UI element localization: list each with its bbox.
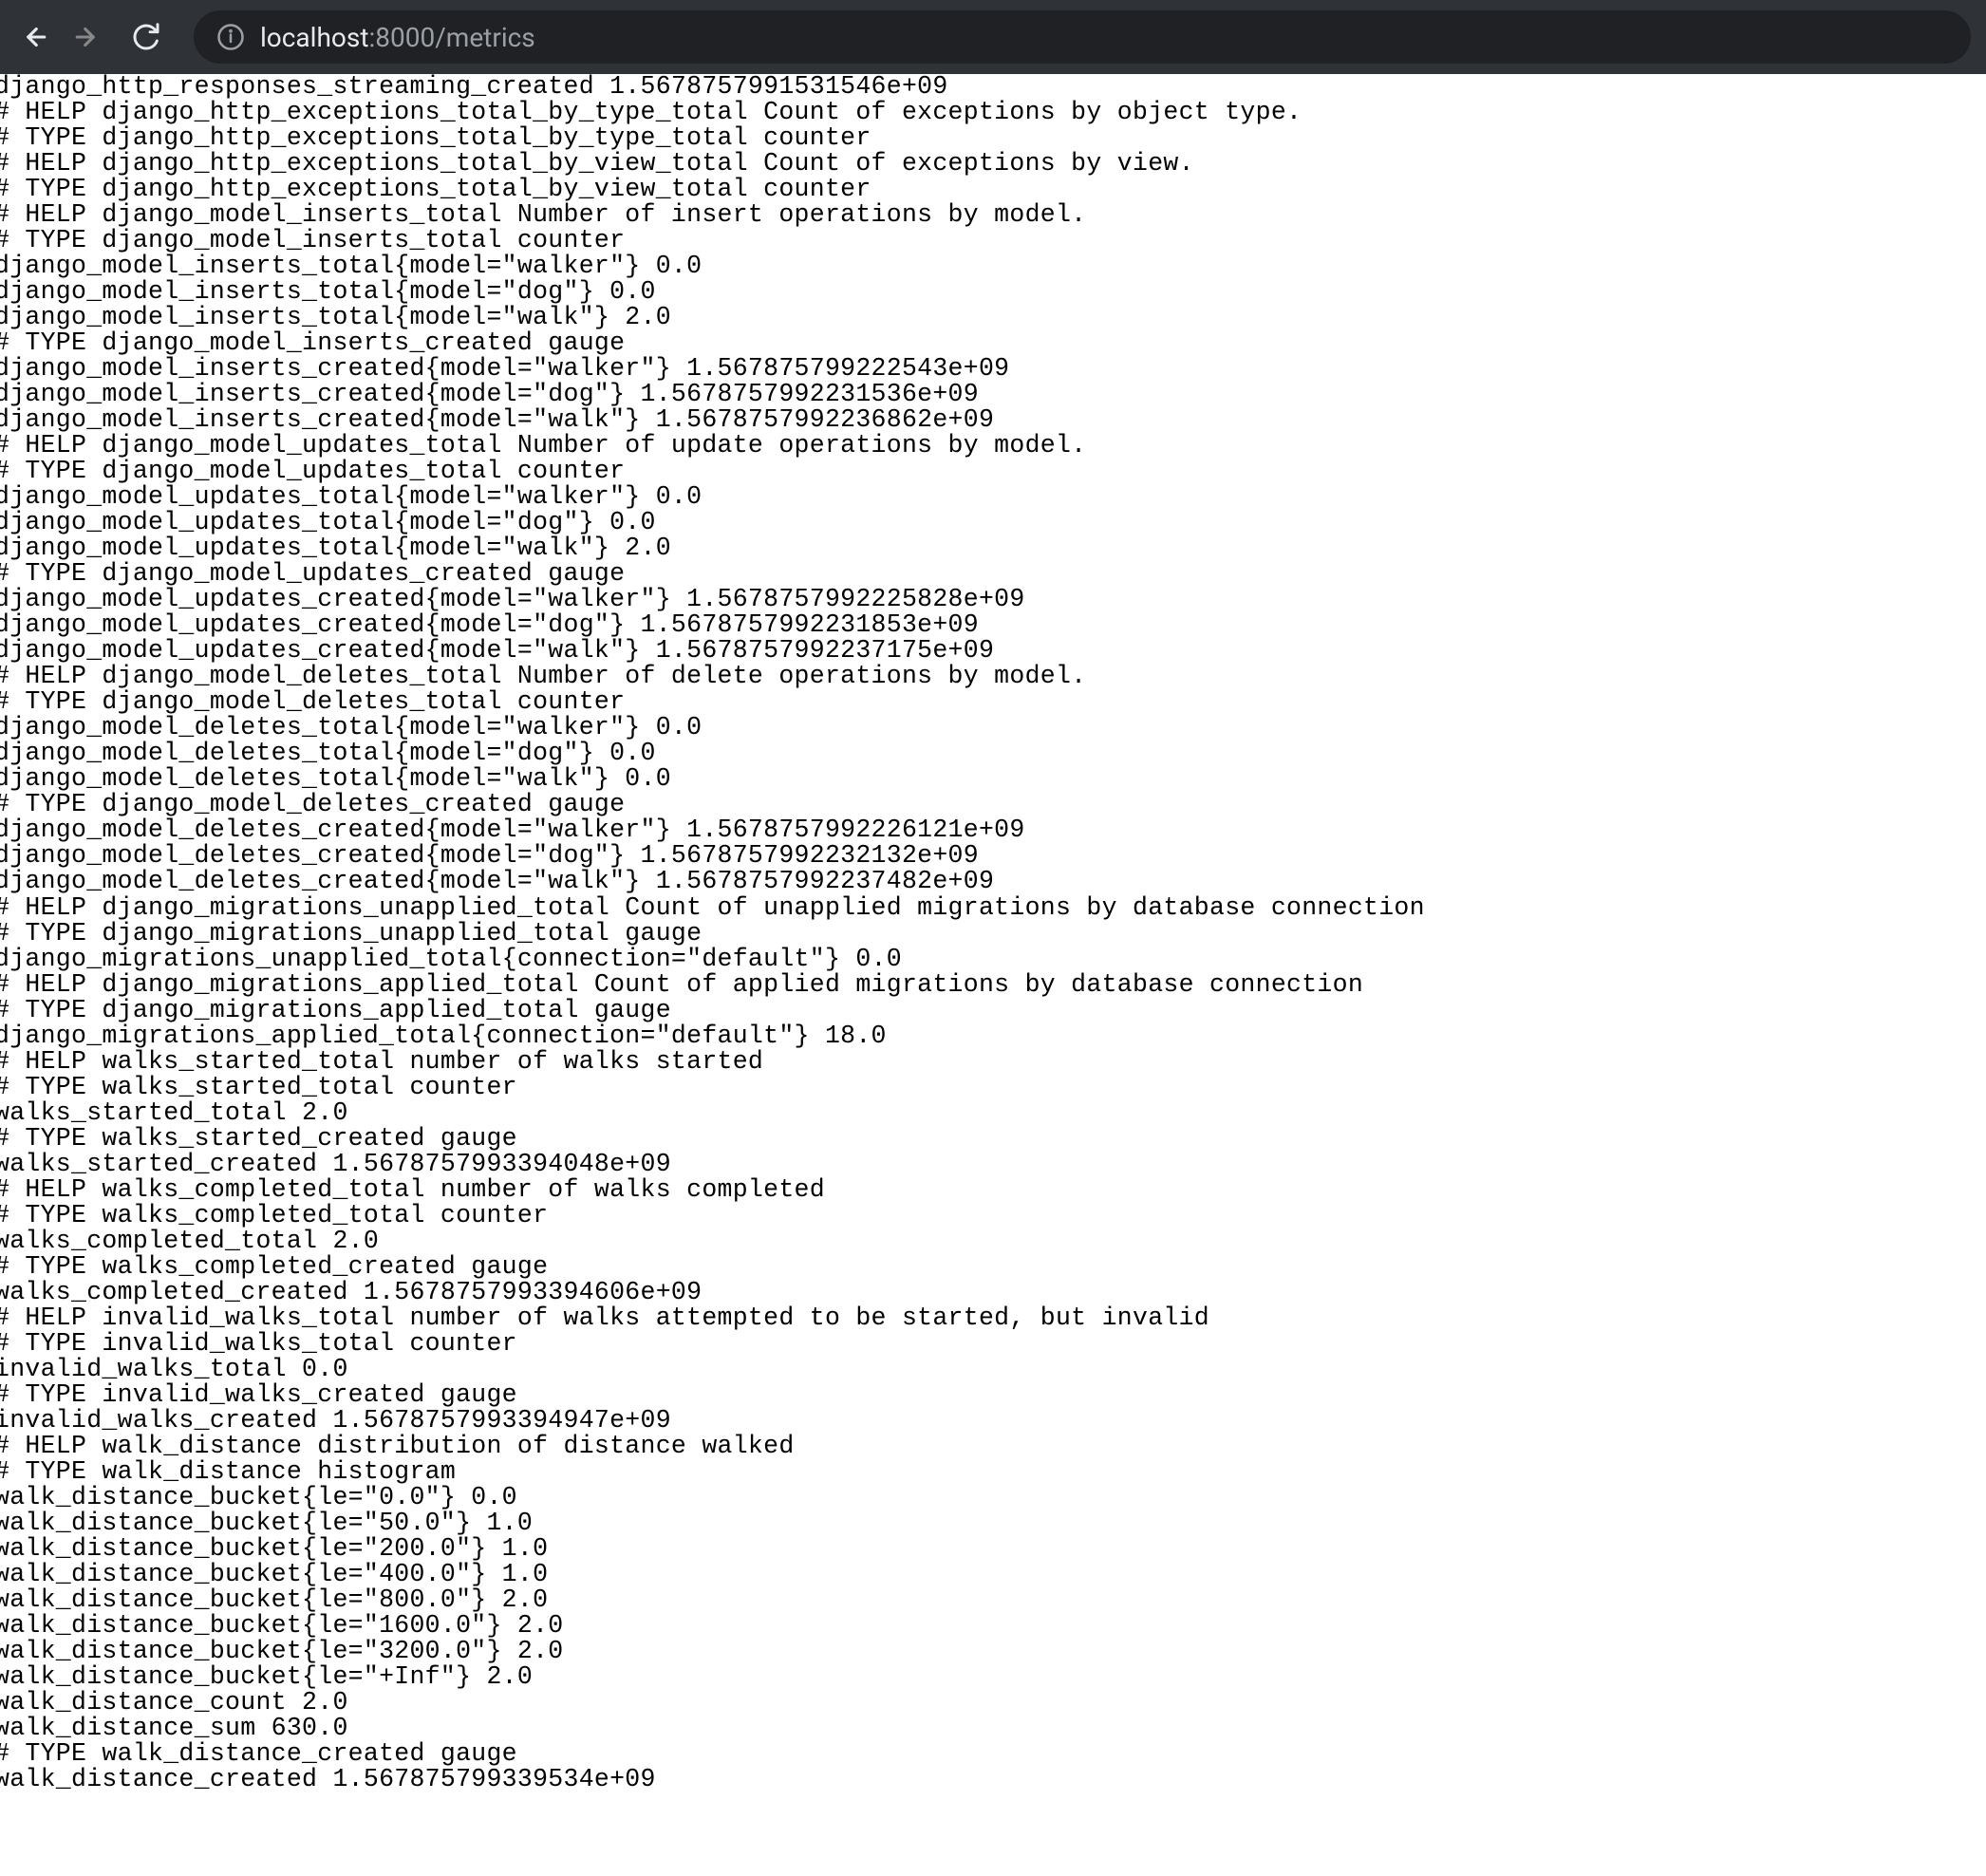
url-host: localhost [260,22,368,53]
metrics-content: django_http_responses_streaming_created … [0,74,1986,1792]
browser-toolbar: localhost:8000/metrics [0,0,1986,74]
back-button[interactable] [15,20,49,54]
reload-button[interactable] [129,20,163,54]
url-port: :8000 [368,22,435,53]
site-info-icon[interactable] [216,23,245,51]
url-display: localhost:8000/metrics [260,22,535,53]
navigation-buttons [15,20,163,54]
url-path: /metrics [435,22,535,53]
forward-button[interactable] [72,20,106,54]
address-bar[interactable]: localhost:8000/metrics [194,10,1971,64]
